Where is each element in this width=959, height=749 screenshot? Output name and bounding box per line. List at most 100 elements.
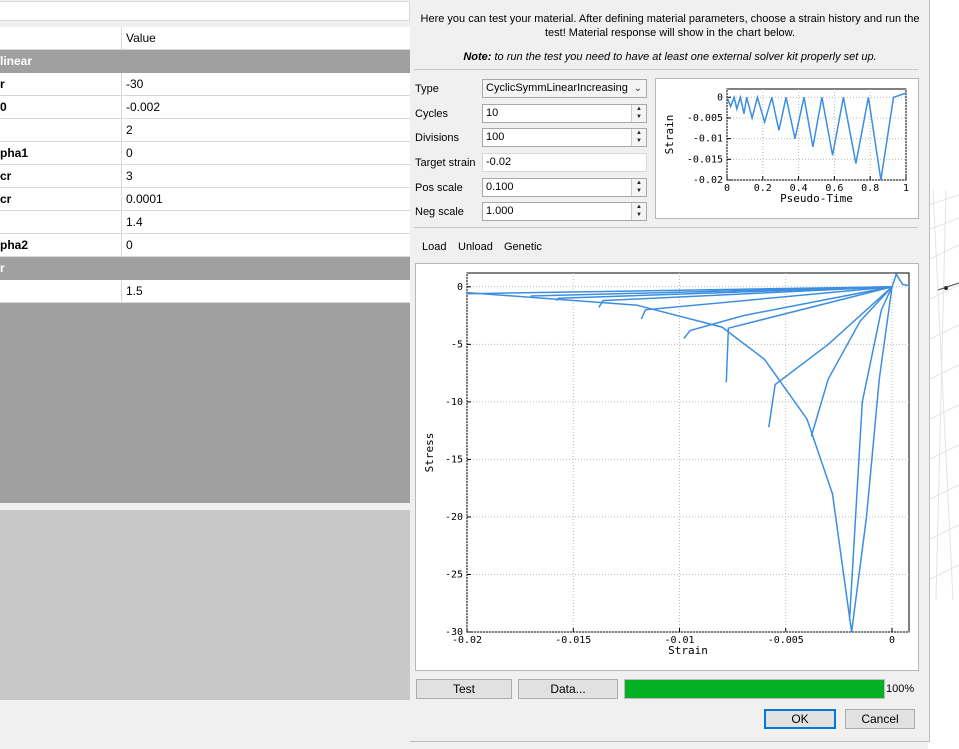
test-button[interactable]: Test [416, 679, 512, 699]
property-name [0, 280, 122, 302]
stress-chart-svg: -0.02 -0.015 -0.01 -0.005 00-5-10-15-20-25-3… [423, 272, 910, 657]
property-name: cr [0, 188, 122, 210]
divisions-stepper[interactable]: 100 ▲ ▼ [482, 128, 647, 147]
tab-load[interactable]: Load [422, 241, 446, 253]
y-tick-label: -20 [445, 512, 463, 523]
pos-scale-stepper[interactable]: 0.100 ▲ ▼ [482, 178, 647, 197]
divider [414, 69, 918, 70]
divider [414, 227, 918, 228]
stepper-arrows[interactable]: ▲ ▼ [631, 129, 646, 146]
cancel-button[interactable]: Cancel [845, 709, 915, 729]
pos-scale-label: Pos scale [415, 182, 463, 194]
property-value[interactable]: -0.002 [126, 96, 160, 118]
progress-fill [625, 680, 884, 698]
stepper-arrows[interactable]: ▲ ▼ [631, 105, 646, 122]
stress-strain-chart: -0.02 -0.015 -0.01 -0.005 0 0 -5 -10 -15 -20 -25 -3… [415, 263, 919, 671]
stepper-up-icon[interactable]: ▲ [632, 203, 646, 211]
property-value[interactable]: 1.5 [126, 280, 143, 302]
neg-scale-value: 1.000 [486, 205, 514, 217]
property-name: 0 [0, 96, 122, 118]
y-tick-label: -0.005 [687, 113, 723, 124]
property-value[interactable]: 0 [126, 142, 133, 164]
property-value[interactable]: 3 [126, 165, 133, 187]
property-value[interactable]: 1.4 [126, 211, 143, 233]
cycles-stepper[interactable]: 10 ▲ ▼ [482, 104, 647, 123]
stepper-arrows[interactable]: ▲ ▼ [631, 203, 646, 220]
cycles-value: 10 [486, 107, 499, 119]
y-tick-label: -30 [445, 627, 463, 638]
property-value[interactable]: 0 [126, 234, 133, 256]
property-value[interactable]: -30 [126, 73, 143, 95]
x-axis-label: Pseudo-Time [780, 192, 853, 205]
y-axis-label: Strain [663, 115, 676, 155]
search-field[interactable] [0, 1, 410, 21]
tab-genetic[interactable]: Genetic [504, 241, 542, 253]
y-tick-label: -0.01 [693, 134, 723, 145]
group-title: linear [0, 54, 33, 68]
table-row[interactable]: 1.5 [0, 280, 410, 303]
table-row[interactable]: 1.4 [0, 211, 410, 234]
y-tick-label: -0.02 [693, 175, 723, 186]
pos-scale-value: 0.100 [486, 181, 514, 193]
tab-unload[interactable]: Unload [458, 241, 493, 253]
strain-history-line [727, 92, 906, 180]
stepper-arrows[interactable]: ▲ ▼ [631, 179, 646, 196]
table-row[interactable]: r -30 [0, 73, 410, 96]
y-tick-label: -10 [445, 397, 463, 408]
property-panel: Value linear r -30 0 -0.002 2 pha1 0 cr 3 cr… [0, 0, 410, 749]
panel-footer [0, 700, 410, 749]
plot-frame [466, 272, 910, 633]
y-tick-label: -15 [445, 454, 463, 465]
type-dropdown[interactable]: CyclicSymmLinearIncreasing ⌄ [482, 79, 647, 98]
divisions-value: 100 [486, 131, 505, 143]
viewport-background [928, 0, 959, 749]
property-name: r [0, 73, 122, 95]
property-value[interactable]: 0.0001 [126, 188, 163, 210]
table-row[interactable]: 2 [0, 119, 410, 142]
stepper-down-icon[interactable]: ▼ [632, 137, 646, 145]
property-name: pha2 [0, 234, 122, 256]
stepper-down-icon[interactable]: ▼ [632, 113, 646, 121]
property-name: cr [0, 165, 122, 187]
viewport-grid [928, 189, 959, 601]
note-label: Note: [463, 51, 492, 63]
response-curve-segment [725, 286, 893, 383]
ok-button[interactable]: OK [764, 709, 836, 729]
x-tick-label: 1 [903, 183, 909, 194]
x-tick-label: 0 [724, 183, 730, 194]
group-title: r [0, 261, 5, 275]
table-row[interactable]: 0 -0.002 [0, 96, 410, 119]
stepper-up-icon[interactable]: ▲ [632, 179, 646, 187]
table-header: Value [0, 27, 410, 50]
neg-scale-stepper[interactable]: 1.000 ▲ ▼ [482, 202, 647, 221]
stepper-up-icon[interactable]: ▲ [632, 105, 646, 113]
target-strain-input[interactable]: -0.02 [482, 153, 647, 172]
strain-chart-svg: 0 0.2 0.4 0.6 0.8 10-0.005-0.01-0.015-0.02Pse… [663, 88, 909, 205]
intro-text: Here you can test your material. After d… [420, 13, 920, 39]
table-row[interactable]: cr 0.0001 [0, 188, 410, 211]
x-tick-label: -0.015 [555, 635, 591, 646]
y-tick-label: 0 [717, 92, 723, 103]
property-name [0, 211, 122, 233]
header-name [0, 27, 122, 49]
table-row[interactable]: pha1 0 [0, 142, 410, 165]
property-name [0, 119, 122, 141]
property-value[interactable]: 2 [126, 119, 133, 141]
lower-panel [0, 510, 410, 700]
y-tick-label: 0 [457, 282, 463, 293]
response-curve-segment [891, 273, 909, 288]
stepper-down-icon[interactable]: ▼ [632, 211, 646, 219]
x-tick-label: 0.2 [754, 183, 772, 194]
group-row[interactable]: r [0, 257, 410, 280]
table-row[interactable]: cr 3 [0, 165, 410, 188]
stepper-up-icon[interactable]: ▲ [632, 129, 646, 137]
x-tick-label: -0.005 [768, 635, 804, 646]
type-label: Type [415, 83, 439, 95]
stepper-down-icon[interactable]: ▼ [632, 187, 646, 195]
strain-history-chart: 0 0.2 0.4 0.6 0.8 1 0 -0.005 -0.01 -0.015 -0.02 Pse… [655, 78, 919, 219]
table-row[interactable]: pha2 0 [0, 234, 410, 257]
data-button[interactable]: Data... [518, 679, 618, 699]
group-row[interactable]: linear [0, 50, 410, 73]
table-empty-area [0, 303, 410, 503]
x-tick-label: 0.8 [861, 183, 879, 194]
